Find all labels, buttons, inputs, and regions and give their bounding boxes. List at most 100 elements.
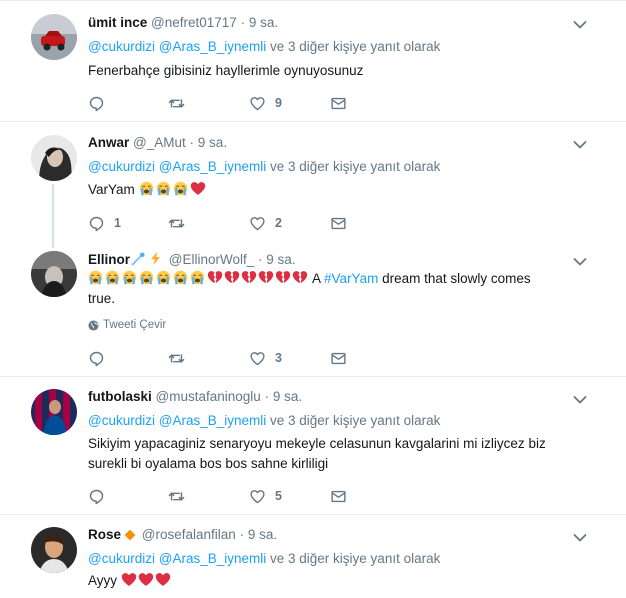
display-name[interactable]: futbolaski (88, 389, 152, 404)
timestamp[interactable]: 9 sa. (249, 15, 278, 30)
tweet-text: Sikiyim yapacaginiz senaryoyu mekeyle ce… (88, 434, 608, 474)
mention-link[interactable]: @Aras_B_iynemli (159, 159, 267, 174)
reply-button[interactable] (88, 92, 114, 114)
mention-link[interactable]: @cukurdizi (88, 413, 155, 428)
direct-message-button[interactable] (330, 485, 347, 507)
mention-link[interactable]: @cukurdizi (88, 159, 155, 174)
user-handle[interactable]: @mustafaninoglu (156, 389, 261, 404)
red-heart-icon (138, 572, 154, 587)
tweet-actions: 3 (88, 347, 388, 369)
retweet-button[interactable] (168, 347, 194, 369)
retweet-button[interactable] (168, 92, 194, 114)
tweet[interactable]: Anwar @_AMut · 9 sa. @cukurdizi @Aras_B_… (0, 122, 626, 248)
user-handle[interactable]: @nefret01717 (151, 15, 237, 30)
reply-context-text[interactable]: ve 3 diğer kişiye yanıt olarak (270, 551, 440, 566)
translate-tweet-link[interactable]: Tweeti Çevir (88, 319, 166, 331)
tweet[interactable]: ümit ince @nefret01717 · 9 sa. @cukurdiz… (0, 0, 626, 121)
retweet-icon (168, 488, 185, 505)
retweet-button[interactable] (168, 212, 194, 234)
direct-message-button[interactable] (330, 347, 347, 369)
tweet-header: ümit ince @nefret01717 · 9 sa. (88, 15, 278, 30)
direct-message-button[interactable] (330, 212, 347, 234)
translate-tweet-label[interactable]: Tweeti Çevir (103, 319, 166, 331)
timestamp[interactable]: 9 sa. (248, 527, 277, 542)
chevron-down-icon[interactable] (573, 20, 587, 30)
tweet-actions: 5 (88, 485, 388, 507)
tweet-text: A #VarYam dream that slowly comes true. (88, 269, 588, 309)
reply-button[interactable] (88, 485, 114, 507)
tweet-text: Fenerbahçe gibisiniz hayllerimle oynuyos… (88, 63, 364, 78)
reply-icon (88, 488, 105, 505)
tweet-text-content: Sikiyim yapacaginiz senaryoyu mekeyle ce… (88, 436, 546, 451)
broken-heart-icon (207, 270, 223, 285)
avatar[interactable] (31, 251, 77, 297)
reply-icon (88, 350, 105, 367)
like-count: 3 (275, 351, 282, 365)
tweet[interactable]: futbolaski @mustafaninoglu · 9 sa. @cuku… (0, 377, 626, 514)
like-button[interactable]: 2 (249, 212, 282, 234)
user-handle[interactable]: @rosefalanfilan (142, 527, 236, 542)
direct-message-button[interactable] (330, 92, 347, 114)
broken-heart-icon (224, 270, 240, 285)
tweet-text-content: Ayyy (88, 573, 118, 588)
broken-heart-icon (275, 270, 291, 285)
tweet-text: VarYam (88, 180, 207, 200)
crying-face-icon (88, 270, 103, 285)
crying-face-icon (156, 270, 171, 285)
avatar[interactable] (31, 14, 77, 60)
tweet-header: Rose @rosefalanfilan · 9 sa. (88, 527, 277, 542)
mention-link[interactable]: @Aras_B_iynemli (159, 39, 267, 54)
broken-heart-icon (292, 270, 308, 285)
globe-icon (88, 320, 99, 331)
like-button[interactable]: 9 (249, 92, 282, 114)
envelope-icon (330, 215, 347, 232)
reply-button[interactable] (88, 347, 114, 369)
like-button[interactable]: 5 (249, 485, 282, 507)
crying-face-icon (173, 270, 188, 285)
avatar[interactable] (31, 389, 77, 435)
tweet-header: Ellinor @EllinorWolf_ · 9 sa. (88, 251, 296, 267)
reply-context: @cukurdizi @Aras_B_iynemli ve 3 diğer ki… (88, 159, 440, 174)
tweet-feed: ümit ince @nefret01717 · 9 sa. @cukurdiz… (0, 0, 626, 598)
chevron-down-icon[interactable] (573, 395, 587, 405)
envelope-icon (330, 350, 347, 367)
reply-context-text[interactable]: ve 3 diğer kişiye yanıt olarak (270, 413, 440, 428)
tweet-text-content: true. (88, 291, 116, 306)
avatar[interactable] (31, 527, 77, 573)
mention-link[interactable]: @cukurdizi (88, 39, 155, 54)
timestamp[interactable]: 9 sa. (198, 135, 227, 150)
crying-face-icon (139, 181, 154, 196)
crying-face-icon (190, 270, 205, 285)
chevron-down-icon[interactable] (573, 257, 587, 267)
hashtag-link[interactable]: #VarYam (324, 271, 378, 286)
chevron-down-icon[interactable] (573, 533, 587, 543)
reply-context: @cukurdizi @Aras_B_iynemli ve 3 diğer ki… (88, 413, 440, 428)
tweet[interactable]: Rose @rosefalanfilan · 9 sa. @cukurdizi … (0, 515, 626, 598)
high-voltage-icon (151, 251, 161, 266)
mention-link[interactable]: @Aras_B_iynemli (159, 551, 267, 566)
tweet-text: Ayyy (88, 571, 172, 591)
crying-face-icon (139, 270, 154, 285)
timestamp[interactable]: 9 sa. (273, 389, 302, 404)
mention-link[interactable]: @Aras_B_iynemli (159, 413, 267, 428)
timestamp[interactable]: 9 sa. (266, 252, 295, 267)
display-name[interactable]: Anwar (88, 135, 129, 150)
mention-link[interactable]: @cukurdizi (88, 551, 155, 566)
display-name[interactable]: Rose (88, 527, 121, 542)
retweet-icon (168, 215, 185, 232)
red-heart-icon (121, 572, 137, 587)
user-handle[interactable]: @EllinorWolf_ (169, 252, 254, 267)
reply-context-text[interactable]: ve 3 diğer kişiye yanıt olarak (270, 159, 440, 174)
reply-context-text[interactable]: ve 3 diğer kişiye yanıt olarak (270, 39, 440, 54)
retweet-button[interactable] (168, 485, 194, 507)
user-handle[interactable]: @_AMut (133, 135, 186, 150)
reply-button[interactable]: 1 (88, 212, 121, 234)
chevron-down-icon[interactable] (573, 140, 587, 150)
tweet[interactable]: Ellinor @EllinorWolf_ · 9 sa. A #VarYam … (0, 242, 626, 376)
display-name[interactable]: ümit ince (88, 15, 147, 30)
broken-heart-icon (241, 270, 257, 285)
tweet-text-content: surekli bi oyalama bos bos sahne kirlili… (88, 456, 329, 471)
avatar[interactable] (31, 135, 77, 181)
display-name[interactable]: Ellinor (88, 252, 130, 267)
like-button[interactable]: 3 (249, 347, 282, 369)
